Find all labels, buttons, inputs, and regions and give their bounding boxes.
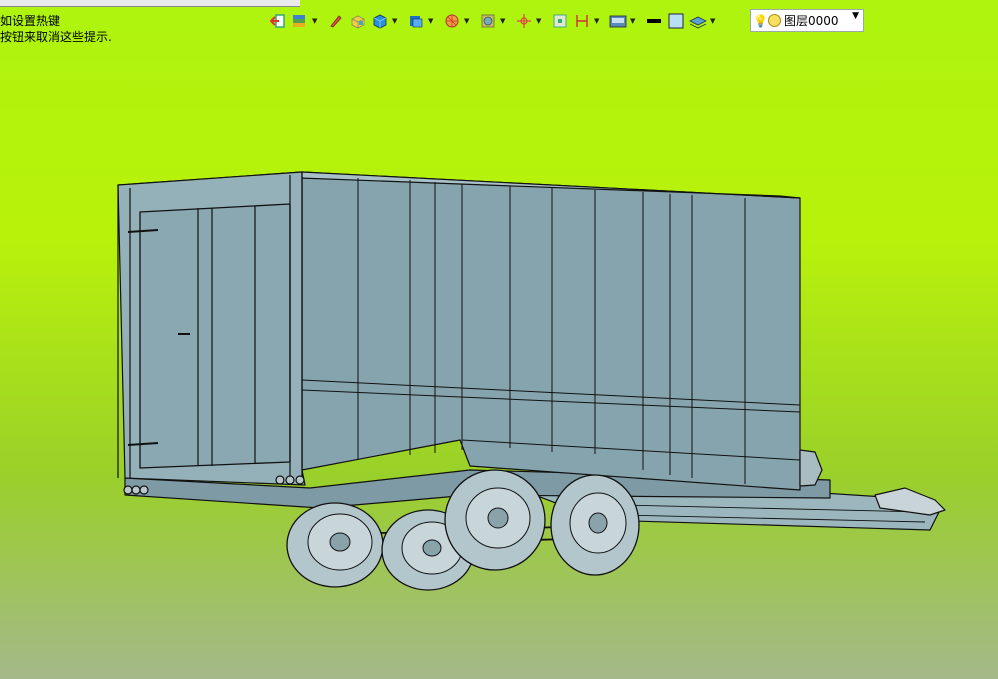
3d-viewport[interactable] <box>0 0 998 679</box>
